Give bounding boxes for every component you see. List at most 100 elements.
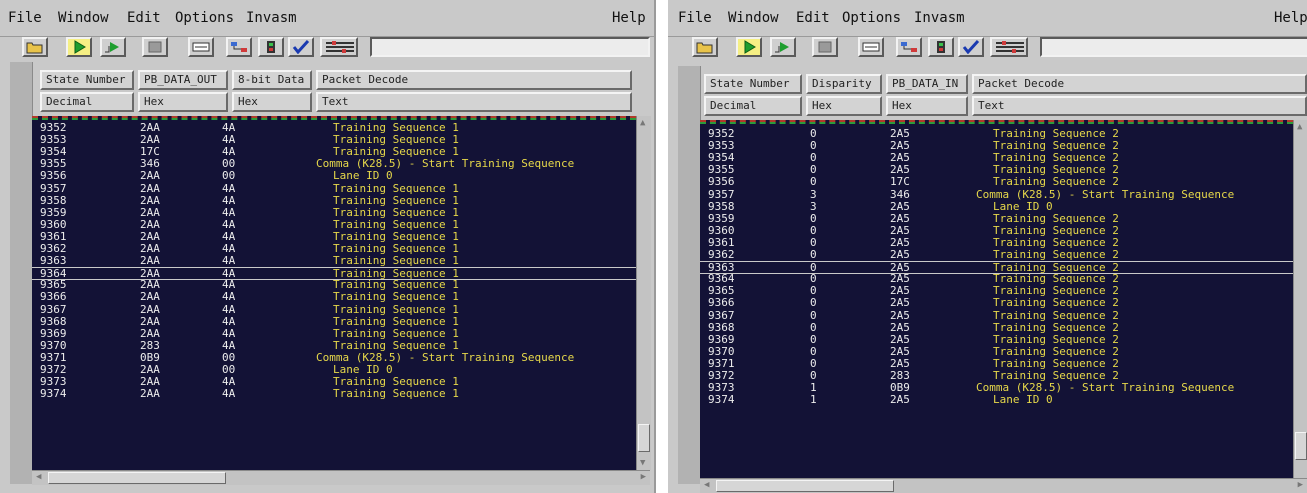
cell-packet-decode: Training Sequence 2 bbox=[993, 211, 1119, 225]
horizontal-scrollbar[interactable]: ◀ ▶ bbox=[32, 470, 650, 485]
cell-value-1: 2AA bbox=[140, 314, 160, 328]
menu-help[interactable]: Help bbox=[612, 10, 646, 26]
menu-invasm[interactable]: Invasm bbox=[914, 10, 965, 26]
menu-help[interactable]: Help bbox=[1274, 10, 1307, 26]
listing-row[interactable]: 9358 2AA 4A Training Sequence 1 bbox=[32, 194, 636, 207]
column-header-packet-decode[interactable]: Packet Decode bbox=[316, 70, 632, 90]
column-header-8-bit-data[interactable]: 8-bit Data bbox=[232, 70, 312, 90]
listing-row[interactable]: 9370 0 2A5 Training Sequence 2 bbox=[700, 345, 1293, 358]
checkmark-icon bbox=[962, 40, 980, 54]
listing-row[interactable]: 9363 2AA 4A Training Sequence 1 bbox=[32, 255, 636, 267]
format-disparity[interactable]: Hex bbox=[806, 96, 882, 116]
stop-button[interactable] bbox=[812, 37, 838, 57]
format-pb-data-out[interactable]: Hex bbox=[138, 92, 228, 112]
settings-button[interactable] bbox=[990, 37, 1028, 57]
scroll-right-icon[interactable]: ▶ bbox=[1298, 480, 1303, 490]
vertical-scroll-thumb[interactable] bbox=[1295, 432, 1307, 460]
horizontal-scrollbar[interactable]: ◀ ▶ bbox=[700, 478, 1307, 493]
column-header-pb-data-in[interactable]: PB_DATA_IN bbox=[886, 74, 968, 94]
cell-value-2: 346 bbox=[890, 187, 910, 201]
listing-row[interactable]: 9370 283 4A Training Sequence 1 bbox=[32, 339, 636, 352]
listing-grid[interactable]: 9352 0 2A5 Training Sequence 2 9353 0 2A5 Train… bbox=[700, 120, 1293, 478]
cell-value-2: 4A bbox=[222, 290, 236, 304]
run-repetitive-button[interactable] bbox=[100, 37, 126, 57]
column-header-packet-decode[interactable]: Packet Decode bbox=[972, 74, 1307, 94]
vertical-scrollbar[interactable]: ▲ bbox=[1293, 120, 1307, 478]
listing-button[interactable] bbox=[188, 37, 214, 57]
menu-edit[interactable]: Edit bbox=[796, 10, 830, 26]
format-pb-data-in[interactable]: Hex bbox=[886, 96, 968, 116]
listing-row[interactable]: 9356 0 17C Training Sequence 2 bbox=[700, 176, 1293, 188]
column-header-state-number[interactable]: State Number bbox=[704, 74, 802, 94]
format-state-number[interactable]: Decimal bbox=[704, 96, 802, 116]
scroll-right-icon[interactable]: ▶ bbox=[641, 472, 646, 482]
config-button[interactable] bbox=[258, 37, 284, 57]
menu-file[interactable]: File bbox=[678, 10, 712, 26]
network-button[interactable] bbox=[896, 37, 922, 57]
listing-row[interactable]: 9369 0 2A5 Training Sequence 2 bbox=[700, 333, 1293, 346]
menu-invasm[interactable]: Invasm bbox=[246, 10, 297, 26]
run-button[interactable] bbox=[736, 37, 762, 57]
run-repetitive-button[interactable] bbox=[770, 37, 796, 57]
open-folder-button[interactable] bbox=[22, 37, 48, 57]
format-8-bit-data[interactable]: Hex bbox=[232, 92, 312, 112]
config-button[interactable] bbox=[928, 37, 954, 57]
listing-row[interactable]: 9359 0 2A5 Training Sequence 2 bbox=[700, 211, 1293, 225]
command-field[interactable] bbox=[1040, 37, 1307, 57]
scroll-up-icon[interactable]: ▲ bbox=[1297, 122, 1302, 132]
scroll-left-icon[interactable]: ◀ bbox=[36, 472, 41, 482]
checkmark-button[interactable] bbox=[958, 37, 984, 57]
command-field[interactable] bbox=[370, 37, 650, 57]
listing-row[interactable]: 9360 2AA 4A Training Sequence 1 bbox=[32, 218, 636, 231]
listing-row[interactable]: 9368 2AA 4A Training Sequence 1 bbox=[32, 314, 636, 328]
listing-row[interactable]: 9357 2AA 4A Training Sequence 1 bbox=[32, 182, 636, 195]
network-button[interactable] bbox=[226, 37, 252, 57]
horizontal-scroll-thumb[interactable] bbox=[716, 480, 894, 492]
listing-row[interactable]: 9369 2AA 4A Training Sequence 1 bbox=[32, 327, 636, 340]
listing-row[interactable]: 9360 0 2A5 Training Sequence 2 bbox=[700, 224, 1293, 237]
listing-row[interactable]: 9358 3 2A5 Lane ID 0 bbox=[700, 200, 1293, 213]
run-button[interactable] bbox=[66, 37, 92, 57]
cell-state-number: 9366 bbox=[708, 296, 735, 310]
menu-options[interactable]: Options bbox=[175, 10, 234, 26]
cell-state-number: 9374 bbox=[708, 393, 735, 407]
column-header-pb-data-out[interactable]: PB_DATA_OUT bbox=[138, 70, 228, 90]
scroll-up-icon[interactable]: ▲ bbox=[640, 118, 645, 128]
listing-row[interactable]: 9366 2AA 4A Training Sequence 1 bbox=[32, 291, 636, 303]
cell-value-1: 0 bbox=[810, 296, 817, 310]
format-packet-decode[interactable]: Text bbox=[972, 96, 1307, 116]
listing-row[interactable]: 9368 0 2A5 Training Sequence 2 bbox=[700, 321, 1293, 334]
scroll-left-icon[interactable]: ◀ bbox=[704, 480, 709, 490]
listing-row[interactable]: 9367 0 2A5 Training Sequence 2 bbox=[700, 309, 1293, 322]
listing-row[interactable]: 9366 0 2A5 Training Sequence 2 bbox=[700, 297, 1293, 309]
menu-window[interactable]: Window bbox=[728, 10, 779, 26]
menu-options[interactable]: Options bbox=[842, 10, 901, 26]
listing-row[interactable]: 9357 3 346 Comma (K28.5) - Start Training S… bbox=[700, 187, 1293, 201]
format-state-number[interactable]: Decimal bbox=[40, 92, 134, 112]
listing-button[interactable] bbox=[858, 37, 884, 57]
format-packet-decode[interactable]: Text bbox=[316, 92, 632, 112]
horizontal-scroll-thumb[interactable] bbox=[48, 472, 226, 484]
listing-grid[interactable]: 9352 2AA 4A Training Sequence 1 9353 2AA 4A Tra… bbox=[32, 116, 636, 470]
listing-row[interactable]: 9367 2AA 4A Training Sequence 1 bbox=[32, 303, 636, 316]
stop-button[interactable] bbox=[142, 37, 168, 57]
vertical-scroll-thumb[interactable] bbox=[638, 424, 650, 452]
menu-edit[interactable]: Edit bbox=[127, 10, 161, 26]
cell-value-2: 4A bbox=[222, 205, 236, 219]
column-header-state-number[interactable]: State Number bbox=[40, 70, 134, 90]
scroll-down-icon[interactable]: ▼ bbox=[640, 458, 645, 468]
menu-window[interactable]: Window bbox=[58, 10, 109, 26]
listing-row[interactable]: 9359 2AA 4A Training Sequence 1 bbox=[32, 205, 636, 219]
listing-row[interactable]: 9362 0 2A5 Training Sequence 2 bbox=[700, 249, 1293, 261]
cell-value-1: 0 bbox=[810, 211, 817, 225]
menu-file[interactable]: File bbox=[8, 10, 42, 26]
cell-state-number: 9359 bbox=[708, 211, 735, 225]
listing-row[interactable]: 9374 2AA 4A Training Sequence 1 bbox=[32, 388, 636, 400]
vertical-scrollbar[interactable]: ▲ ▼ bbox=[636, 116, 651, 470]
listing-row[interactable]: 9356 2AA 00 Lane ID 0 bbox=[32, 170, 636, 182]
listing-row[interactable]: 9374 1 2A5 Lane ID 0 bbox=[700, 394, 1293, 406]
column-header-disparity[interactable]: Disparity bbox=[806, 74, 882, 94]
open-folder-button[interactable] bbox=[692, 37, 718, 57]
checkmark-button[interactable] bbox=[288, 37, 314, 57]
settings-button[interactable] bbox=[320, 37, 358, 57]
